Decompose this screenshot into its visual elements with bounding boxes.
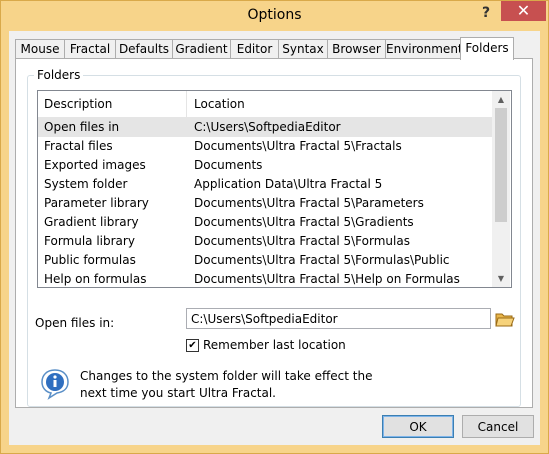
- row-location: C:\Users\SoftpediaEditor: [194, 120, 341, 134]
- title-bar[interactable]: Options ? ✕: [1, 1, 548, 31]
- row-location: Documents: [194, 158, 263, 172]
- row-description: Formula library: [44, 234, 135, 248]
- folders-group: Folders Description Location Open files …: [27, 68, 521, 407]
- row-description: System folder: [44, 177, 128, 191]
- tab-mouse[interactable]: Mouse: [15, 39, 65, 59]
- column-location[interactable]: Location: [194, 97, 245, 111]
- ok-button[interactable]: OK: [382, 415, 454, 438]
- tab-folders[interactable]: Folders: [460, 37, 514, 60]
- cancel-button[interactable]: Cancel: [462, 415, 534, 438]
- list-item[interactable]: Gradient library Documents\Ultra Fractal …: [38, 213, 492, 232]
- scroll-thumb[interactable]: [495, 108, 507, 222]
- row-description: Help on formulas: [44, 272, 147, 286]
- list-item[interactable]: Exported images Documents: [38, 156, 492, 175]
- list-header: Description Location: [38, 91, 492, 118]
- scroll-up-icon[interactable]: ▲: [492, 91, 510, 108]
- list-item[interactable]: Parameter library Documents\Ultra Fractal…: [38, 194, 492, 213]
- row-location: Documents\Ultra Fractal 5\Formulas: [194, 234, 410, 248]
- vertical-scrollbar[interactable]: ▲ ▼: [492, 91, 510, 287]
- browse-folder-icon[interactable]: [495, 310, 515, 328]
- tab-environment[interactable]: Environment: [385, 39, 463, 59]
- row-description: Public formulas: [44, 253, 136, 267]
- list-item[interactable]: Help on formulas Documents\Ultra Fractal …: [38, 270, 492, 287]
- open-files-label: Open files in:: [35, 316, 115, 330]
- folders-tab-page: Folders Description Location Open files …: [15, 58, 533, 408]
- folders-group-label: Folders: [34, 68, 84, 82]
- dialog-client: Mouse Fractal Defaults Gradient Editor S…: [9, 31, 540, 445]
- options-window: Options ? ✕ Mouse Fractal Defaults Gradi…: [0, 0, 549, 454]
- tab-fractal[interactable]: Fractal: [64, 39, 116, 59]
- list-item[interactable]: Formula library Documents\Ultra Fractal 5…: [38, 232, 492, 251]
- info-icon: [39, 368, 71, 400]
- row-description: Open files in: [44, 120, 120, 134]
- column-description[interactable]: Description: [44, 97, 112, 111]
- remember-checkbox[interactable]: ✔: [186, 339, 199, 352]
- scroll-down-icon[interactable]: ▼: [492, 270, 510, 287]
- tab-defaults[interactable]: Defaults: [115, 39, 173, 59]
- help-button[interactable]: ?: [475, 3, 497, 23]
- folders-list[interactable]: Description Location Open files in C:\Use…: [37, 90, 512, 288]
- row-location: Application Data\Ultra Fractal 5: [194, 177, 383, 191]
- row-location: Documents\Ultra Fractal 5\Fractals: [194, 139, 402, 153]
- tab-editor[interactable]: Editor: [230, 39, 279, 59]
- tab-browser[interactable]: Browser: [327, 39, 386, 59]
- row-description: Parameter library: [44, 196, 149, 210]
- tab-gradient[interactable]: Gradient: [172, 39, 231, 59]
- row-description: Exported images: [44, 158, 146, 172]
- column-separator[interactable]: [186, 91, 187, 117]
- open-files-input[interactable]: [186, 308, 491, 329]
- row-location: Documents\Ultra Fractal 5\Parameters: [194, 196, 424, 210]
- list-item[interactable]: Open files in C:\Users\SoftpediaEditor: [38, 118, 492, 137]
- info-message: Changes to the system folder will take e…: [80, 369, 373, 400]
- close-button[interactable]: ✕: [501, 1, 546, 21]
- row-description: Fractal files: [44, 139, 113, 153]
- list-item[interactable]: Public formulas Documents\Ultra Fractal 5…: [38, 251, 492, 270]
- tab-syntax[interactable]: Syntax: [278, 39, 328, 59]
- list-item[interactable]: Fractal files Documents\Ultra Fractal 5\F…: [38, 137, 492, 156]
- row-location: Documents\Ultra Fractal 5\Help on Formul…: [194, 272, 460, 286]
- window-title: Options: [247, 7, 302, 23]
- row-location: Documents\Ultra Fractal 5\Formulas\Publi…: [194, 253, 450, 267]
- list-item[interactable]: System folder Application Data\Ultra Frac…: [38, 175, 492, 194]
- remember-label: Remember last location: [203, 338, 346, 352]
- row-description: Gradient library: [44, 215, 139, 229]
- list-rows: Open files in C:\Users\SoftpediaEditor Fr…: [38, 118, 492, 287]
- row-location: Documents\Ultra Fractal 5\Gradients: [194, 215, 414, 229]
